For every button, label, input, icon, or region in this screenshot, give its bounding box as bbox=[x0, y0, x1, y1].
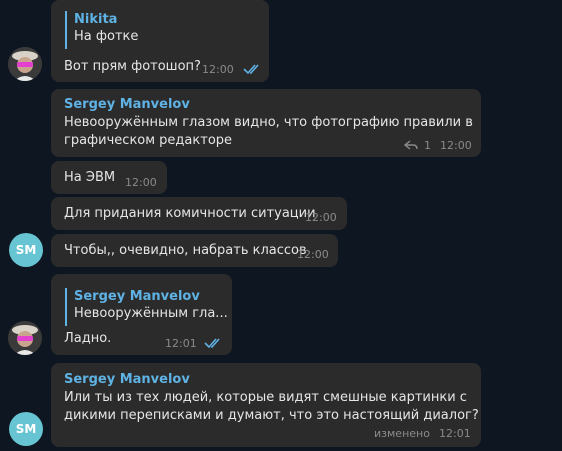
message-time: 12:00 bbox=[125, 176, 157, 189]
reply-arrow-icon bbox=[404, 140, 418, 150]
message-text: Для придания комичности ситуации bbox=[64, 206, 316, 221]
sender-name[interactable]: Sergey Manvelov bbox=[64, 97, 190, 113]
message-text: Ладно. bbox=[64, 331, 112, 346]
message-text-line: графическом редакторе bbox=[64, 133, 233, 148]
message-time: 12:00 bbox=[440, 139, 472, 152]
message-text-line: Или ты из тех людей, которые видят смешн… bbox=[64, 390, 467, 405]
message-text-line: Невооружённым глазом видно, что фотограф… bbox=[64, 115, 473, 130]
message-bubble[interactable]: Для придания комичности ситуации 12:00 bbox=[51, 197, 347, 230]
message-text: Вот прям фотошоп? bbox=[64, 59, 201, 74]
message-time: 12:01 bbox=[165, 337, 197, 350]
message-time: 12:00 bbox=[202, 63, 234, 76]
avatar[interactable] bbox=[8, 321, 42, 355]
message-bubble[interactable]: На ЭВМ 12:00 bbox=[51, 161, 167, 194]
quote-text: На фотке bbox=[74, 29, 139, 44]
message-time: 12:01 bbox=[439, 427, 471, 440]
quote-text: Невооружённым гла... bbox=[74, 306, 228, 321]
avatar-initials: SM bbox=[15, 422, 37, 436]
message-bubble[interactable]: Чтобы,, очевидно, набрать классов 12:00 bbox=[51, 234, 338, 267]
message-text: Чтобы,, очевидно, набрать классов bbox=[64, 243, 307, 258]
reply-count[interactable]: 1 bbox=[424, 139, 431, 153]
avatar-photo-icon bbox=[8, 321, 42, 355]
avatar-initials: SM bbox=[15, 243, 37, 257]
reply-quote[interactable]: Sergey Manvelov Невооружённым гла... bbox=[65, 288, 228, 326]
edited-label: изменено bbox=[374, 427, 430, 440]
read-checkmarks-icon bbox=[204, 338, 220, 349]
message-bubble[interactable]: Sergey Manvelov Или ты из тех людей, кот… bbox=[51, 363, 481, 447]
avatar-photo-icon bbox=[8, 47, 42, 81]
avatar[interactable] bbox=[8, 47, 42, 81]
message-time: 12:00 bbox=[297, 248, 329, 261]
message-time: 12:00 bbox=[305, 211, 337, 224]
quote-sender-name: Nikita bbox=[74, 12, 118, 27]
read-checkmarks-icon bbox=[243, 64, 259, 75]
message-bubble[interactable]: Nikita На фотке Вот прям фотошоп? 12:00 bbox=[51, 0, 269, 82]
avatar[interactable]: SM bbox=[9, 233, 43, 267]
reply-quote[interactable]: Nikita На фотке bbox=[65, 11, 138, 49]
sender-name[interactable]: Sergey Manvelov bbox=[64, 372, 190, 388]
message-text: На ЭВМ bbox=[64, 170, 116, 185]
message-bubble[interactable]: Sergey Manvelov Невооружённым глазом вид… bbox=[51, 89, 481, 157]
quote-sender-name: Sergey Manvelov bbox=[74, 289, 200, 304]
avatar[interactable]: SM bbox=[9, 412, 43, 446]
message-bubble[interactable]: Sergey Manvelov Невооружённым гла... Лад… bbox=[51, 274, 232, 355]
message-text-line: дикими переписками и думают, что это нас… bbox=[64, 408, 479, 423]
